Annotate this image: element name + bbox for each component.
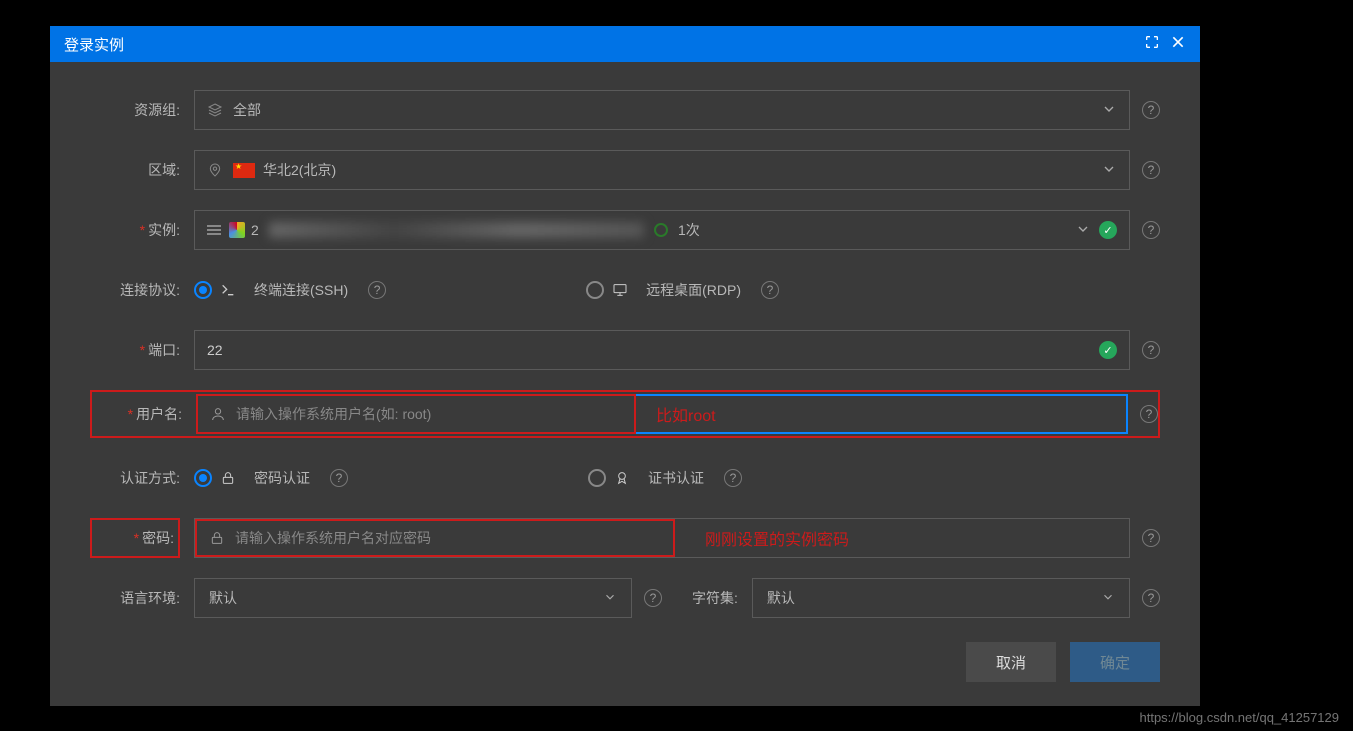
- help-icon[interactable]: ?: [644, 589, 662, 607]
- titlebar-actions: [1144, 34, 1186, 54]
- radio-ssh[interactable]: [194, 281, 212, 299]
- desktop-icon: [612, 282, 628, 298]
- password-input[interactable]: [235, 530, 661, 546]
- row-port: *端口: ✓ ?: [90, 330, 1160, 370]
- instance-status-icon: [654, 223, 668, 237]
- password-label: *密码:: [90, 518, 180, 558]
- row-auth: 认证方式: 密码认证 ? 证书认证 ?: [90, 458, 1160, 498]
- username-field[interactable]: 比如root: [196, 394, 1128, 434]
- locale-wrap: 默认 ?: [194, 578, 662, 618]
- user-icon: [210, 406, 226, 422]
- help-icon[interactable]: ?: [1142, 589, 1160, 607]
- help-icon[interactable]: ?: [1142, 529, 1160, 547]
- auth-password[interactable]: 密码认证 ?: [194, 468, 348, 488]
- resource-group-select[interactable]: 全部: [194, 90, 1130, 130]
- lock-icon: [220, 470, 236, 486]
- row-protocol: 连接协议: 终端连接(SSH) ? 远程桌面(RDP) ?: [90, 270, 1160, 310]
- instance-select[interactable]: 2 1次 ✓: [194, 210, 1130, 250]
- help-icon[interactable]: ?: [761, 281, 779, 299]
- protocol-ssh-label: 终端连接(SSH): [254, 280, 348, 300]
- watermark: https://blog.csdn.net/qq_41257129: [1140, 710, 1340, 725]
- login-dialog: 登录实例 资源组: 全部 ? 区域: 华北2(北京) ?: [50, 26, 1200, 706]
- footer: 取消 确定: [90, 642, 1160, 682]
- chevron-down-icon: [603, 590, 617, 607]
- dialog-title: 登录实例: [64, 34, 124, 55]
- radio-rdp[interactable]: [586, 281, 604, 299]
- check-icon: ✓: [1099, 221, 1117, 239]
- port-label: *端口:: [90, 340, 180, 360]
- chevron-down-icon: [1101, 101, 1117, 120]
- auth-password-label: 密码认证: [254, 468, 310, 488]
- cancel-button[interactable]: 取消: [966, 642, 1056, 682]
- charset-label: 字符集:: [692, 588, 738, 608]
- server-icon: [207, 225, 221, 235]
- auth-cert[interactable]: 证书认证 ?: [588, 468, 742, 488]
- username-label: *用户名:: [92, 404, 182, 424]
- row-username: *用户名: 比如root ?: [90, 390, 1160, 438]
- expand-icon[interactable]: [1144, 34, 1160, 54]
- password-annotation: 刚刚设置的实例密码: [705, 526, 849, 550]
- dialog-body: 资源组: 全部 ? 区域: 华北2(北京) ? *实例: 2: [50, 62, 1200, 706]
- close-icon[interactable]: [1170, 34, 1186, 54]
- charset-select[interactable]: 默认: [752, 578, 1130, 618]
- locale-label: 语言环境:: [90, 588, 180, 608]
- radio-password[interactable]: [194, 469, 212, 487]
- resource-group-label: 资源组:: [90, 100, 180, 120]
- row-locale-charset: 语言环境: 默认 ? 字符集: 默认 ?: [90, 578, 1160, 618]
- locale-select[interactable]: 默认: [194, 578, 632, 618]
- row-region: 区域: 华北2(北京) ?: [90, 150, 1160, 190]
- charset-wrap: 字符集: 默认 ?: [692, 578, 1160, 618]
- help-icon[interactable]: ?: [1142, 161, 1160, 179]
- help-icon[interactable]: ?: [1140, 405, 1158, 423]
- auth-cert-label: 证书认证: [648, 468, 704, 488]
- password-field[interactable]: 刚刚设置的实例密码: [194, 518, 1130, 558]
- resource-group-value: 全部: [233, 100, 261, 120]
- row-instance: *实例: 2 1次 ✓ ?: [90, 210, 1160, 250]
- help-icon[interactable]: ?: [1142, 221, 1160, 239]
- chevron-down-icon: [1075, 221, 1091, 240]
- port-input[interactable]: [207, 342, 1099, 358]
- instance-suffix: 1次: [678, 220, 700, 240]
- help-icon[interactable]: ?: [368, 281, 386, 299]
- location-icon: [207, 162, 223, 178]
- instance-label: *实例:: [90, 220, 180, 240]
- instance-prefix: 2: [251, 222, 259, 238]
- lock-icon: [209, 530, 225, 546]
- ok-button[interactable]: 确定: [1070, 642, 1160, 682]
- username-input[interactable]: [236, 406, 636, 422]
- certificate-icon: [614, 470, 630, 486]
- charset-value: 默认: [767, 588, 795, 608]
- locale-charset-group: 默认 ? 字符集: 默认 ?: [194, 578, 1160, 618]
- terminal-icon: [220, 282, 236, 298]
- china-flag-icon: [233, 163, 255, 178]
- region-value: 华北2(北京): [263, 160, 336, 180]
- auth-label: 认证方式:: [90, 468, 180, 488]
- protocol-ssh[interactable]: 终端连接(SSH) ?: [194, 280, 386, 300]
- check-icon: ✓: [1099, 341, 1117, 359]
- titlebar: 登录实例: [50, 26, 1200, 62]
- protocol-rdp-label: 远程桌面(RDP): [646, 280, 741, 300]
- username-annotation: 比如root: [656, 402, 716, 426]
- row-resource-group: 资源组: 全部 ?: [90, 90, 1160, 130]
- instance-name-redacted: [269, 222, 644, 238]
- instance-app-icon: [229, 222, 245, 238]
- help-icon[interactable]: ?: [724, 469, 742, 487]
- protocol-label: 连接协议:: [90, 280, 180, 300]
- auth-group: 密码认证 ? 证书认证 ?: [194, 468, 1160, 488]
- protocol-rdp[interactable]: 远程桌面(RDP) ?: [586, 280, 779, 300]
- row-password: *密码: 刚刚设置的实例密码 ?: [90, 518, 1160, 558]
- port-input-wrap[interactable]: ✓: [194, 330, 1130, 370]
- chevron-down-icon: [1101, 161, 1117, 180]
- layers-icon: [207, 102, 223, 118]
- protocol-group: 终端连接(SSH) ? 远程桌面(RDP) ?: [194, 280, 1160, 300]
- radio-cert[interactable]: [588, 469, 606, 487]
- help-icon[interactable]: ?: [330, 469, 348, 487]
- chevron-down-icon: [1101, 590, 1115, 607]
- region-label: 区域:: [90, 160, 180, 180]
- region-select[interactable]: 华北2(北京): [194, 150, 1130, 190]
- help-icon[interactable]: ?: [1142, 341, 1160, 359]
- locale-value: 默认: [209, 588, 237, 608]
- help-icon[interactable]: ?: [1142, 101, 1160, 119]
